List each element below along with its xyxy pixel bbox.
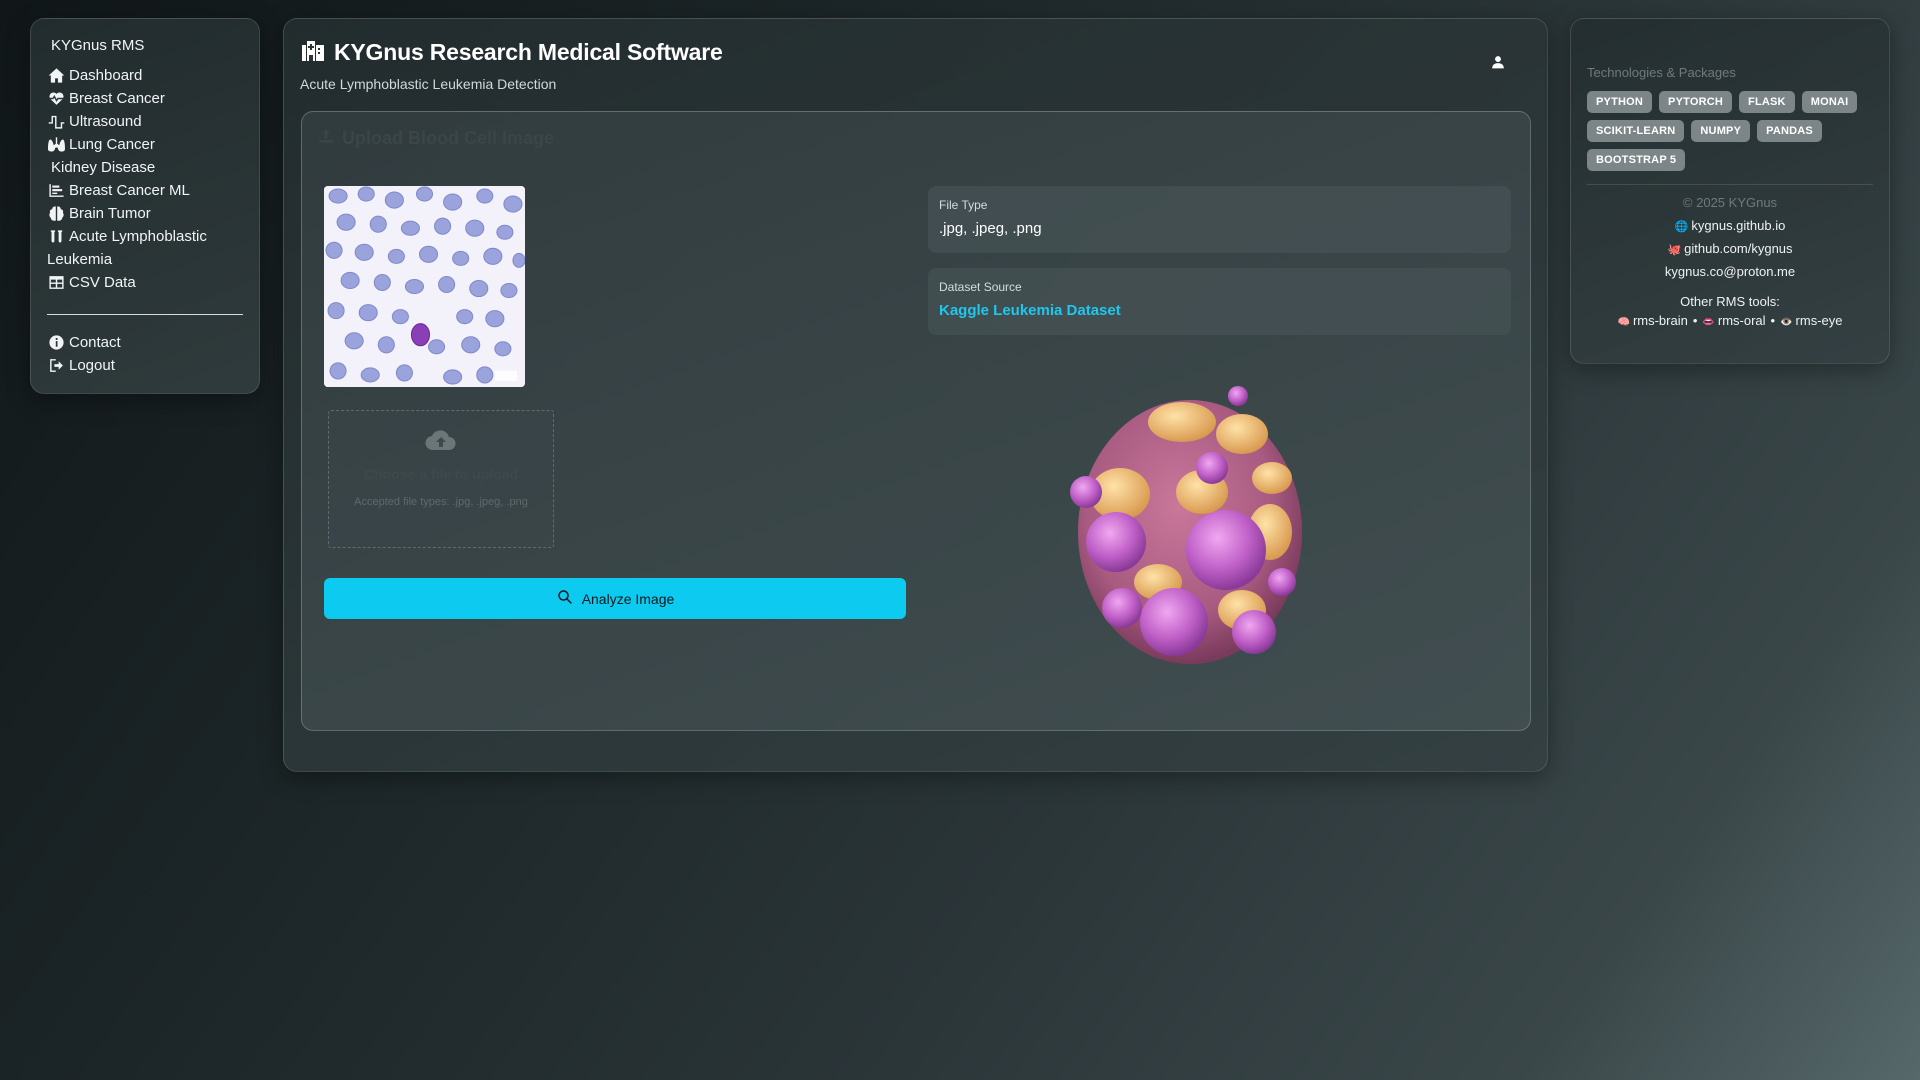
analyze-image-button[interactable]: Analyze Image [324,578,906,619]
dataset-source-label: Dataset Source [939,280,1022,294]
lungs-icon [47,135,65,153]
upload-icon [318,128,334,149]
file-type-label: File Type [939,198,988,212]
tech-tag: MONAI [1801,91,1858,113]
brain-emoji-icon: 🧠 [1617,317,1630,328]
tech-tag: PYTHON [1587,91,1653,113]
tool-label: rms-eye [1795,313,1843,328]
sidebar-item-dashboard[interactable]: Dashboard [47,64,243,87]
sidebar-item-label: Breast Cancer [69,90,165,107]
sidebar-item-logout[interactable]: Logout [47,354,243,377]
main-panel: KYGnus Research Medical Software Acute L… [283,18,1548,772]
sidebar-item-breast-cancer-ml[interactable]: Breast Cancer ML [47,179,243,202]
github-link-text: github.com/kygnus [1684,241,1793,256]
tool-link-rms-eye[interactable]: 👁️ rms-eye [1780,313,1842,328]
tech-tag: PANDAS [1757,120,1822,142]
user-icon[interactable] [1491,55,1509,73]
info-circle-icon [47,333,65,351]
page-subtitle: Acute Lymphoblastic Leukemia Detection [300,76,557,92]
sidebar-item-kidney-disease[interactable]: Kidney Disease [47,156,243,179]
sign-out-icon [47,356,65,374]
sidebar-item-breast-cancer[interactable]: Breast Cancer [47,87,243,110]
heart-pulse-icon [47,89,65,107]
sidebar-brand[interactable]: KYGnus RMS [51,37,243,54]
sidebar-item-label-line2: Leukemia [47,251,113,268]
tool-link-rms-brain[interactable]: 🧠 rms-brain [1617,313,1687,328]
blood-smear-image [324,186,525,387]
sidebar-item-label: Ultrasound [69,113,142,130]
page-title: KYGnus Research Medical Software [334,39,723,65]
separator: • [1692,313,1698,328]
table-icon [47,273,65,291]
sidebar: KYGnus RMS Dashboard Breast Cancer Ultra… [30,18,260,394]
tech-tags: PYTHON PYTORCH FLASK MONAI SCIKIT-LEARN … [1587,91,1873,171]
tool-link-rms-oral[interactable]: 👄 rms-oral [1702,313,1765,328]
dropzone-hint: Accepted file types: .jpg, .jpeg, .png [354,496,528,508]
wave-square-icon [47,112,65,130]
sidebar-item-label: Brain Tumor [69,205,151,222]
tech-tag: FLASK [1739,91,1795,113]
other-tools-list: 🧠 rms-brain • 👄 rms-oral • 👁️ rms-eye [1587,313,1873,328]
sidebar-item-contact[interactable]: Contact [47,331,243,354]
globe-icon: 🌐 [1674,221,1689,233]
website-link[interactable]: 🌐 kygnus.github.io [1587,218,1873,233]
eye-emoji-icon: 👁️ [1780,317,1793,328]
sidebar-item-label: Breast Cancer ML [69,182,190,199]
file-type-box: File Type .jpg, .jpeg, .png [928,186,1511,253]
octopus-icon: 🐙 [1667,244,1682,256]
brain-icon [47,204,65,222]
vials-icon [47,229,65,247]
lips-emoji-icon: 👄 [1702,317,1715,328]
copyright: © 2025 KYGnus [1682,195,1778,210]
technologies-title: Technologies & Packages [1587,65,1736,80]
upload-card: Upload Blood Cell Image Choose a file to… [301,111,1531,731]
right-panel: Technologies & Packages PYTHON PYTORCH F… [1570,18,1890,364]
github-link[interactable]: 🐙 github.com/kygnus [1587,241,1873,256]
card-title: Upload Blood Cell Image [342,128,555,148]
email-link[interactable]: kygnus.co@proton.me [1587,264,1873,279]
analyze-label: Analyze Image [581,590,675,607]
sidebar-item-ultrasound[interactable]: Ultrasound [47,110,243,133]
right-divider [1587,184,1873,185]
sidebar-divider [47,314,243,315]
dataset-source-box: Dataset Source Kaggle Leukemia Dataset [928,268,1511,335]
sidebar-item-brain-tumor[interactable]: Brain Tumor [47,202,243,225]
sidebar-item-label: CSV Data [69,274,136,291]
tech-tag: SCIKIT-LEARN [1587,120,1685,142]
dropzone-title: Choose a file to upload [363,466,518,482]
image-preview [324,186,525,387]
sidebar-item-label: Contact [69,334,121,351]
file-type-value: .jpg, .jpeg, .png [939,220,1042,237]
sidebar-item-lung-cancer[interactable]: Lung Cancer [47,133,243,156]
sidebar-item-acute-lymphoblastic-leukemia[interactable]: Acute Lymphoblastic Leukemia [47,225,243,271]
tech-tag: BOOTSTRAP 5 [1587,149,1686,171]
cloud-upload-icon [329,427,553,458]
sidebar-item-csv-data[interactable]: CSV Data [47,271,243,294]
sidebar-item-label: Dashboard [69,67,143,84]
tech-tag: NUMPY [1691,120,1751,142]
sidebar-item-label: Kidney Disease [51,159,156,176]
other-tools-title: Other RMS tools: [1680,294,1780,309]
sidebar-item-label: Logout [69,357,115,374]
separator: • [1770,313,1776,328]
chart-bar-icon [47,181,65,199]
leukemia-cell-illustration [1062,382,1322,682]
sidebar-item-label: Acute Lymphoblastic [69,228,207,245]
website-link-text: kygnus.github.io [1691,218,1786,233]
file-dropzone[interactable]: Choose a file to upload Accepted file ty… [328,410,554,548]
tool-label: rms-brain [1632,313,1688,328]
home-icon [47,66,65,84]
search-icon [556,588,574,609]
sidebar-item-label: Lung Cancer [69,136,155,153]
tech-tag: PYTORCH [1659,91,1733,113]
hospital-icon [300,39,326,66]
tool-label: rms-oral [1717,313,1766,328]
dataset-source-link[interactable]: Kaggle Leukemia Dataset [939,302,1500,319]
